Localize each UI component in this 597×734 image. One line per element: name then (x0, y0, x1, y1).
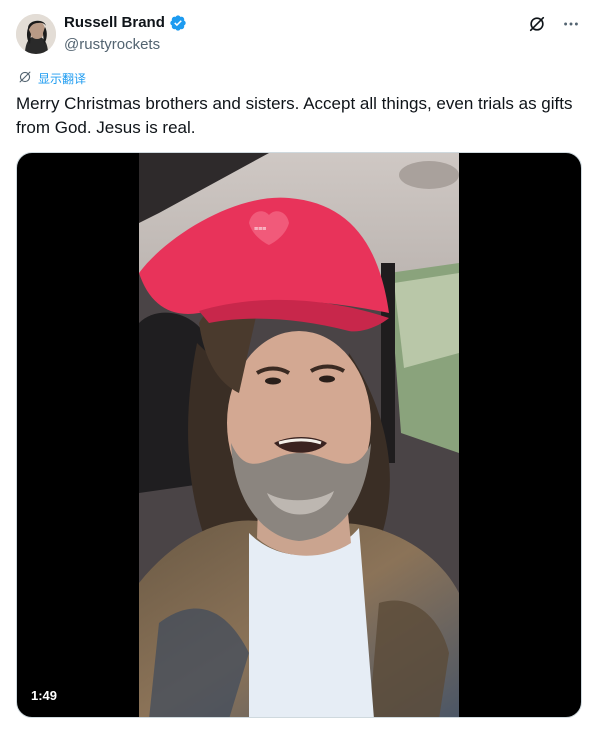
avatar[interactable] (16, 14, 56, 54)
show-translation-link[interactable]: 显示翻译 (18, 70, 86, 87)
show-translation-label[interactable]: 显示翻译 (38, 70, 86, 87)
tweet-top-actions (527, 14, 581, 34)
more-options-icon[interactable] (561, 14, 581, 34)
tweet-text: Merry Christmas brothers and sisters. Ac… (16, 94, 573, 137)
video-frame[interactable]: ≡≡≡ (139, 153, 459, 717)
video-duration: 1:49 (31, 688, 58, 703)
verified-badge-icon (169, 14, 187, 32)
tweet-card[interactable]: Russell Brand @rustyrockets 显示翻译 Merry C… (0, 0, 597, 734)
video-thumbnail: ≡≡≡ (139, 153, 459, 717)
video-player[interactable]: ≡≡≡ 1:49 (16, 152, 582, 718)
author-info[interactable]: Russell Brand @rustyrockets (64, 13, 187, 55)
author-handle[interactable]: @rustyrockets (64, 35, 187, 55)
svg-text:≡≡≡: ≡≡≡ (254, 226, 266, 233)
author-display-name[interactable]: Russell Brand (64, 13, 165, 33)
grok-icon[interactable] (527, 14, 547, 34)
avatar-image (16, 14, 56, 54)
translate-icon (18, 70, 32, 87)
